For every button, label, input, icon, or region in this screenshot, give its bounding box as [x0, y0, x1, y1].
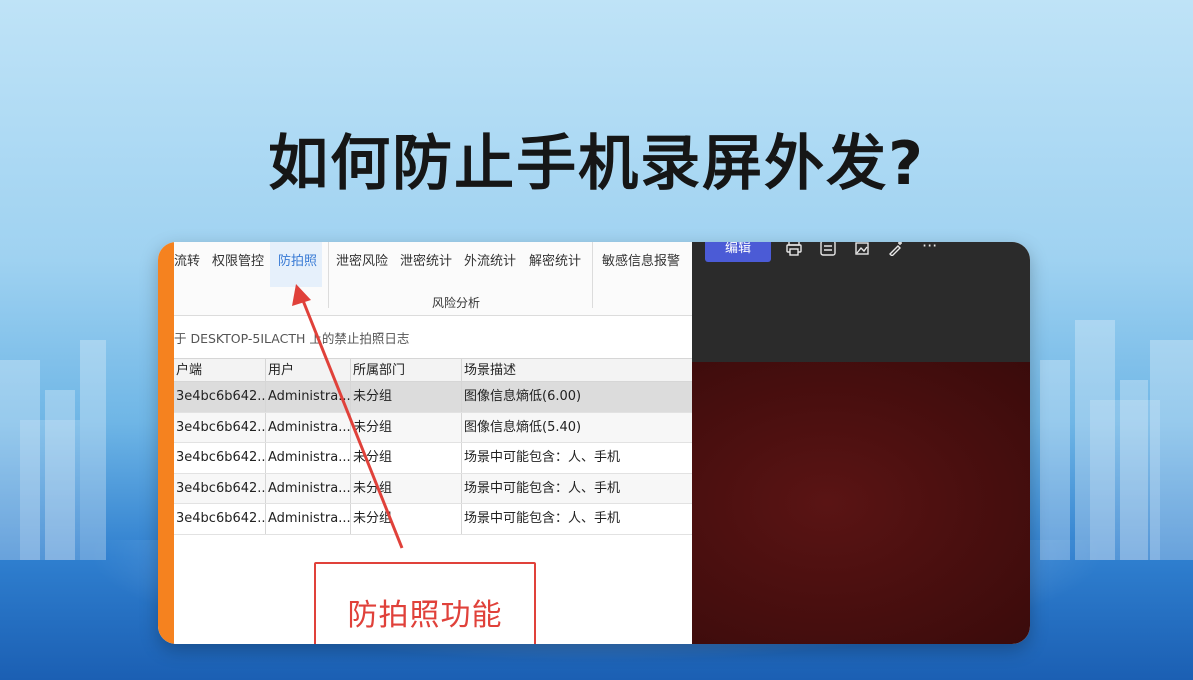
screenshot-card: 流转 权限管控 防拍照 泄密风险 泄密统计 外流统计 解密统计 敏感信息报警 风…: [158, 242, 1030, 644]
table-row[interactable]: 3e4bc6b642... Administra... 未分组 场景中可能包含：…: [174, 504, 692, 535]
table-row[interactable]: 3e4bc6b642... Administra... 未分组 图像信息熵低(6…: [174, 382, 692, 413]
ribbon-item-permission[interactable]: 权限管控: [212, 250, 264, 269]
cell-client: 3e4bc6b642...: [174, 443, 266, 473]
column-header-scene[interactable]: 场景描述: [462, 359, 692, 381]
cell-user: Administra...: [266, 412, 351, 442]
cell-user: Administra...: [266, 382, 351, 412]
ribbon-item-decrypt-stats[interactable]: 解密统计: [529, 250, 581, 269]
markup-icon[interactable]: [888, 242, 904, 256]
cell-scene: 场景中可能包含：人、手机: [464, 480, 621, 496]
column-header-client[interactable]: 户端: [174, 359, 266, 381]
cell-scene: 场景中可能包含：人、手机: [464, 450, 621, 465]
ribbon-item-sensitive-alert[interactable]: 敏感信息报警: [602, 250, 680, 269]
cell-department: 未分组: [351, 443, 462, 473]
column-header-user[interactable]: 用户: [266, 359, 351, 381]
table-row[interactable]: 3e4bc6b642... Administra... 未分组 图像信息熵低(5…: [174, 412, 692, 443]
log-table: 户端 用户 所属部门 场景描述 3e4bc6b642... Administra…: [174, 358, 692, 535]
ribbon-item-leak-stats[interactable]: 泄密统计: [400, 250, 452, 269]
crop-icon[interactable]: [854, 242, 870, 256]
column-header-department[interactable]: 所属部门: [351, 359, 462, 381]
table-row[interactable]: 3e4bc6b642... Administra... 未分组 场景中可能包含：…: [174, 443, 692, 474]
log-window: 流转 权限管控 防拍照 泄密风险 泄密统计 外流统计 解密统计 敏感信息报警 风…: [174, 242, 692, 644]
callout-label: 防拍照功能: [347, 598, 503, 633]
ribbon-group-label: 风险分析: [432, 296, 481, 310]
cell-department: 未分组: [351, 382, 462, 412]
cell-scene: 场景中可能包含：人、手机: [464, 511, 621, 526]
cell-client: 3e4bc6b642...: [174, 382, 266, 412]
cell-client: 3e4bc6b642...: [174, 504, 266, 534]
table-header: 户端 用户 所属部门 场景描述: [174, 358, 692, 382]
ribbon-separator: [592, 242, 593, 308]
cell-scene: 图像信息熵低(5.40): [464, 419, 582, 435]
cell-department: 未分组: [351, 412, 462, 442]
ribbon-item-anti-photo[interactable]: 防拍照: [278, 250, 317, 269]
log-subtitle: 于 DESKTOP-5ILACTH 上的禁止拍照日志: [174, 331, 410, 346]
cell-department: 未分组: [351, 504, 462, 534]
page-title: 如何防止手机录屏外发?: [268, 129, 925, 199]
ribbon-separator: [328, 242, 329, 308]
edit-button[interactable]: 编辑: [705, 242, 771, 262]
share-icon[interactable]: [820, 242, 836, 256]
feature-callout-box: 防拍照功能: [314, 562, 536, 644]
cell-department: 未分组: [351, 473, 462, 503]
ribbon-item-outflow-stats[interactable]: 外流统计: [464, 250, 516, 269]
cell-user: Administra...: [266, 504, 351, 534]
table-row[interactable]: 3e4bc6b642... Administra... 未分组 场景中可能包含：…: [174, 473, 692, 504]
ribbon-item-leak-risk[interactable]: 泄密风险: [336, 250, 388, 269]
photo-preview: [692, 362, 1030, 644]
cell-client: 3e4bc6b642...: [174, 473, 266, 503]
ribbon-item-flow[interactable]: 流转: [174, 250, 200, 269]
cell-client: 3e4bc6b642...: [174, 412, 266, 442]
print-icon[interactable]: [786, 242, 802, 256]
orange-side-strip: [158, 242, 174, 644]
image-viewer: 编辑 ···: [692, 242, 1030, 644]
cell-scene: 图像信息熵低(6.00): [464, 389, 582, 404]
cell-user: Administra...: [266, 443, 351, 473]
cell-user: Administra...: [266, 473, 351, 503]
viewer-toolbar: 编辑 ···: [692, 242, 1030, 362]
more-icon[interactable]: ···: [922, 242, 937, 254]
ribbon-toolbar: 流转 权限管控 防拍照 泄密风险 泄密统计 外流统计 解密统计 敏感信息报警 风…: [174, 242, 692, 316]
